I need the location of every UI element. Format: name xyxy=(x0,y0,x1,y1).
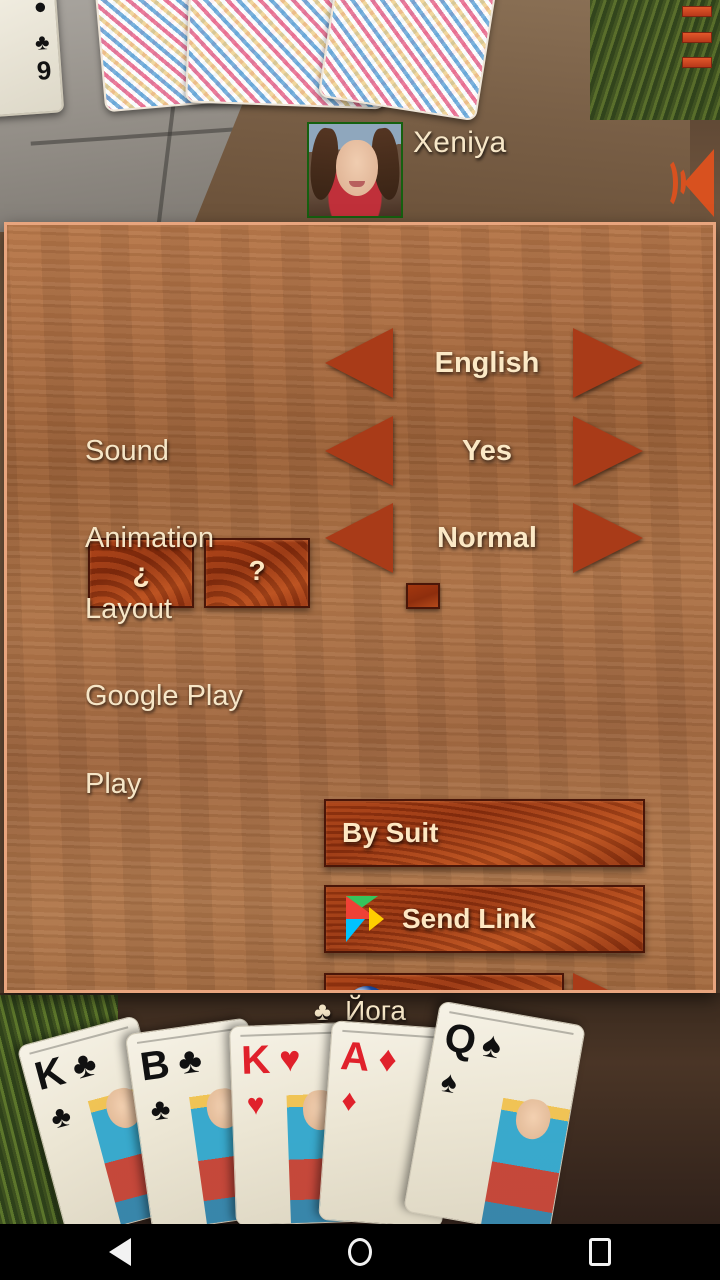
speaker-cone xyxy=(684,149,714,217)
language-next-arrow[interactable] xyxy=(573,328,643,398)
avatar-face xyxy=(336,140,378,196)
game-screen: ● ♣ 9 Xeniya ¿ ? English Sound Yes Anima… xyxy=(0,0,720,1280)
android-navigation-bar xyxy=(0,1224,720,1280)
language-value: English xyxy=(434,346,540,379)
opponent-name: Xeniya xyxy=(413,126,507,159)
card-rank: K xyxy=(240,1037,271,1083)
sound-prev-arrow[interactable] xyxy=(325,416,393,486)
settings-row-language: English xyxy=(7,319,713,407)
menu-bar xyxy=(682,57,712,68)
card-suit-small: ♥ xyxy=(246,1088,266,1122)
menu-bar xyxy=(682,31,712,43)
internet-label: Internet xyxy=(400,991,503,993)
card-suit-small: ♣ xyxy=(47,1098,75,1136)
card-suit-small: ♠ xyxy=(438,1065,460,1101)
card-suit: ♥ xyxy=(278,1037,302,1080)
card-suit: ♦ xyxy=(377,1037,399,1080)
card-suit: ♠ xyxy=(478,1022,505,1067)
sound-next-arrow[interactable] xyxy=(573,416,643,486)
sound-wave-outer xyxy=(656,157,678,209)
card-topline xyxy=(240,1031,343,1037)
card-suit-small: ♦ xyxy=(340,1084,358,1119)
animation-label: Animation xyxy=(85,521,214,554)
settings-row-play: Play xyxy=(7,740,713,828)
settings-row-layout: Layout xyxy=(7,565,713,653)
internet-button[interactable]: Internet xyxy=(324,973,564,993)
recent-apps-button[interactable] xyxy=(589,1238,612,1266)
language-prev-arrow[interactable] xyxy=(325,328,393,398)
left-card-suit: ♣ xyxy=(34,28,51,55)
play-start-arrow[interactable] xyxy=(573,973,643,990)
send-link-button[interactable]: Send Link xyxy=(324,885,645,953)
sound-value: Yes xyxy=(462,434,512,467)
google-play-icon xyxy=(346,896,390,942)
card-rank: A xyxy=(339,1033,371,1080)
card-suit-small: ♣ xyxy=(148,1092,173,1128)
sound-label: Sound xyxy=(85,434,169,467)
card-suit: ♣ xyxy=(67,1041,101,1088)
animation-prev-arrow[interactable] xyxy=(325,503,393,573)
google-play-label: Google Play xyxy=(85,679,243,712)
card-rank: Q xyxy=(441,1015,480,1064)
animation-value: Normal xyxy=(437,521,537,554)
left-edge-card: ● ♣ 9 xyxy=(0,0,65,120)
send-link-label: Send Link xyxy=(402,903,536,934)
hamburger-menu-icon[interactable] xyxy=(682,6,712,68)
left-card-dot: ● xyxy=(32,0,48,19)
settings-row-google-play: Google Play xyxy=(7,652,713,740)
home-button[interactable] xyxy=(347,1238,372,1266)
card-rank: K xyxy=(30,1049,70,1100)
card-rank: B xyxy=(137,1041,173,1090)
avatar[interactable] xyxy=(307,122,403,218)
card-suit: ♣ xyxy=(175,1038,205,1083)
settings-row-sound: Sound Yes xyxy=(7,407,713,495)
play-label: Play xyxy=(85,767,142,800)
globe-icon xyxy=(346,986,388,990)
menu-bar xyxy=(682,6,712,17)
layout-label: Layout xyxy=(85,592,173,625)
settings-panel: ¿ ? English Sound Yes Animation Normal L… xyxy=(4,222,716,993)
speaker-icon[interactable] xyxy=(656,145,716,221)
animation-next-arrow[interactable] xyxy=(573,503,643,573)
left-card-rank: 9 xyxy=(35,54,53,86)
back-button[interactable] xyxy=(108,1238,131,1266)
